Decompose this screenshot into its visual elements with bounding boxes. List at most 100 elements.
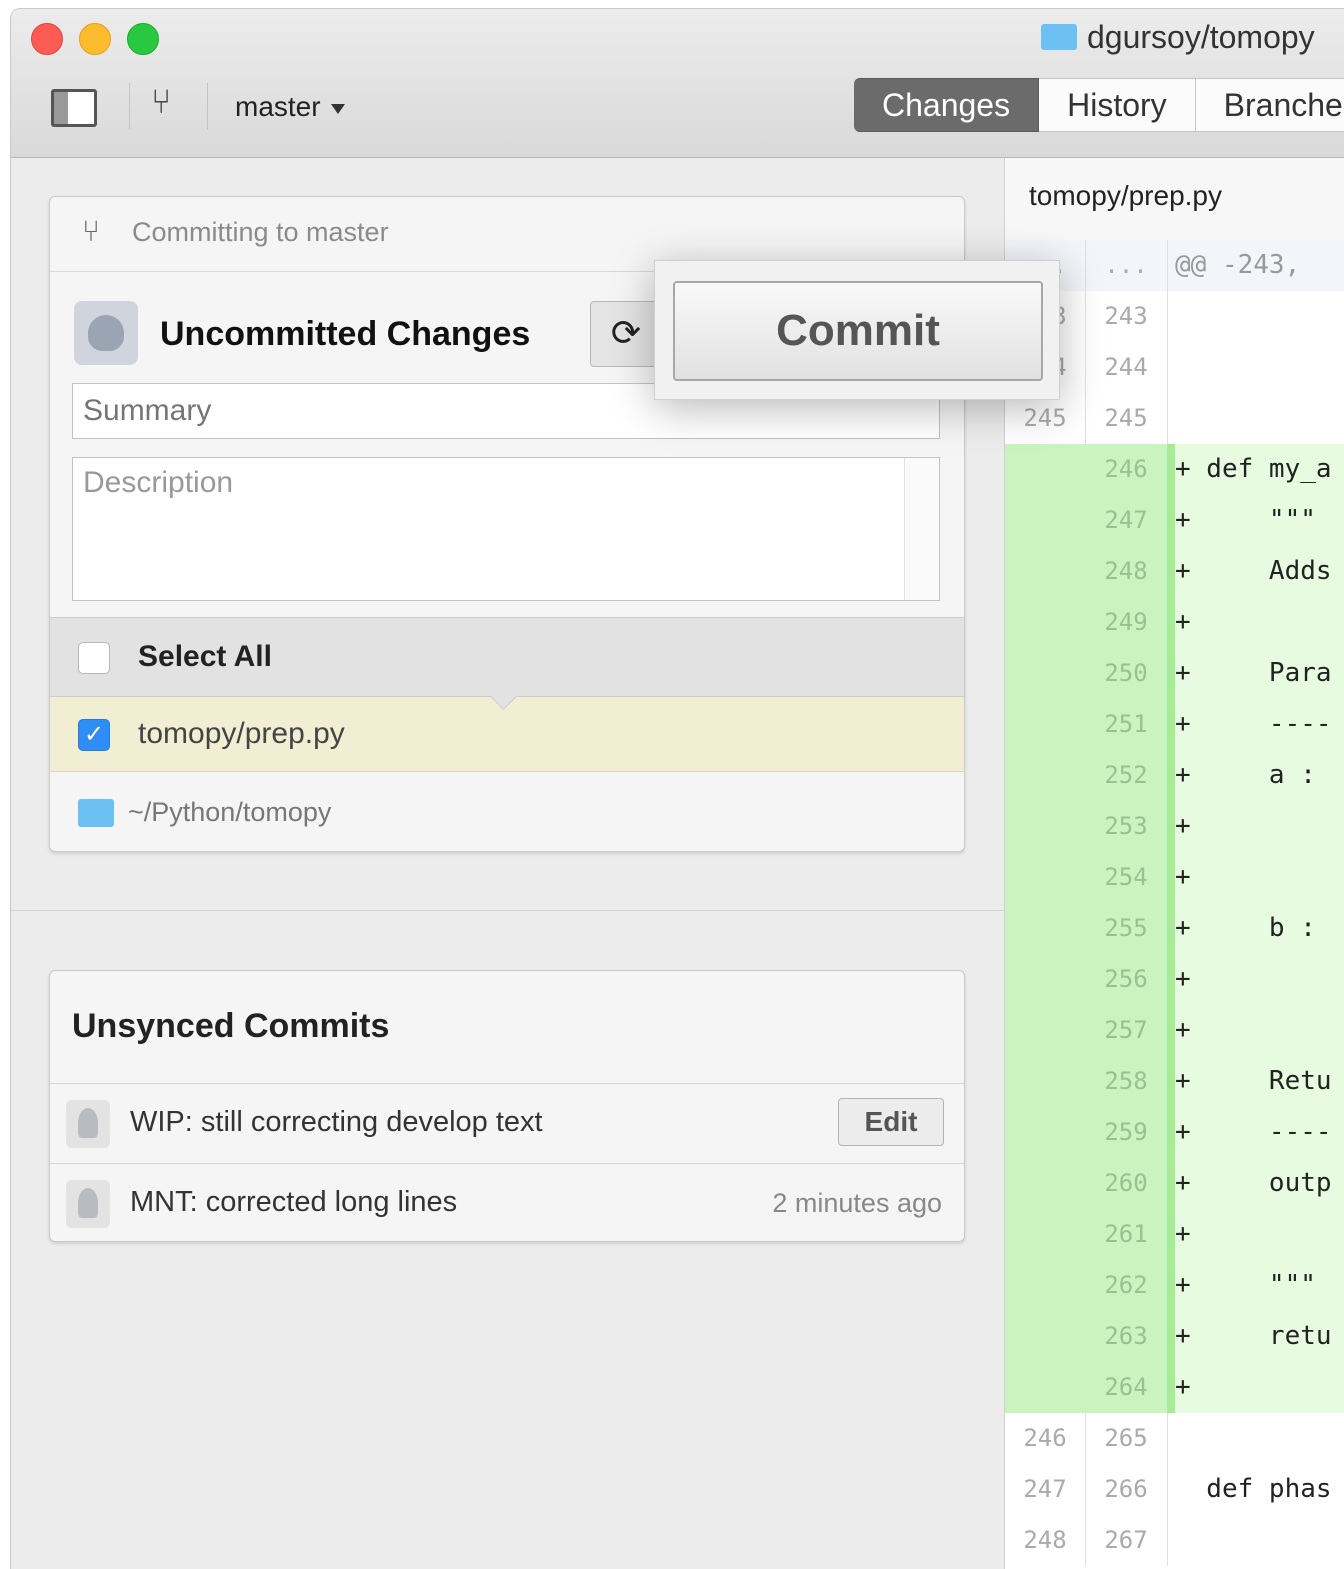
added-line-marker xyxy=(1167,1311,1175,1362)
old-line-number: 248 xyxy=(1005,1515,1086,1566)
old-line-number xyxy=(1005,1362,1086,1413)
diff-line[interactable]: 264 + xyxy=(1005,1362,1344,1413)
unsynced-commits-title: Unsynced Commits xyxy=(72,1007,390,1045)
added-line-marker xyxy=(1167,1005,1175,1056)
branch-add-icon[interactable]: ⑂ xyxy=(151,83,191,129)
diff-line[interactable]: 246 + def my_a xyxy=(1005,444,1344,495)
repo-title-text: dgursoy/tomopy xyxy=(1087,19,1315,55)
old-line-number xyxy=(1005,648,1086,699)
section-divider xyxy=(11,910,1004,911)
list-item[interactable]: WIP: still correcting develop text Edit xyxy=(50,1083,964,1162)
minimize-window-button[interactable] xyxy=(79,23,111,55)
diff-line[interactable]: 245 245 xyxy=(1005,393,1344,444)
description-field[interactable]: Description xyxy=(72,457,940,601)
diff-line-code: + b : xyxy=(1175,913,1316,943)
new-line-number: 260 xyxy=(1085,1158,1168,1209)
new-line-number: 244 xyxy=(1085,342,1168,393)
diff-line-code: + xyxy=(1175,1015,1191,1045)
added-line-marker xyxy=(1167,750,1175,801)
sync-button[interactable]: ⟳ xyxy=(590,301,662,367)
diff-line[interactable]: 247 266 def phas xyxy=(1005,1464,1344,1515)
diff-line[interactable]: 250 + Para xyxy=(1005,648,1344,699)
description-scrollbar[interactable] xyxy=(904,458,939,600)
select-all-checkbox[interactable] xyxy=(78,642,110,674)
diff-line[interactable]: 263 + retu xyxy=(1005,1311,1344,1362)
new-line-number: 265 xyxy=(1085,1413,1168,1464)
list-item[interactable]: MNT: corrected long lines 2 minutes ago xyxy=(50,1163,964,1242)
diff-line[interactable]: 255 + b : xyxy=(1005,903,1344,954)
edit-commit-button[interactable]: Edit xyxy=(838,1098,944,1146)
diff-line[interactable]: 259 + ---- xyxy=(1005,1107,1344,1158)
diff-line-code: + xyxy=(1175,862,1191,892)
commit-popover: Commit xyxy=(654,260,1060,400)
sidebar-toggle-icon[interactable] xyxy=(51,89,97,127)
zoom-window-button[interactable] xyxy=(127,23,159,55)
diff-line-code: + """ xyxy=(1175,1270,1316,1300)
diff-line-code: + ---- xyxy=(1175,1117,1332,1147)
new-line-number: 251 xyxy=(1085,699,1168,750)
diff-line[interactable]: 253 + xyxy=(1005,801,1344,852)
new-line-number: 266 xyxy=(1085,1464,1168,1515)
avatar xyxy=(66,1100,110,1148)
new-line-number: 245 xyxy=(1085,393,1168,444)
diff-line[interactable]: 262 + """ xyxy=(1005,1260,1344,1311)
new-line-number: 267 xyxy=(1085,1515,1168,1566)
old-line-number xyxy=(1005,1005,1086,1056)
new-line-number: 246 xyxy=(1085,444,1168,495)
diff-line-code: + xyxy=(1175,964,1191,994)
added-line-marker xyxy=(1167,1158,1175,1209)
app-window: dgursoy/tomopy ⑂ master Changes History … xyxy=(10,8,1344,1569)
diff-line[interactable]: 248 267 xyxy=(1005,1515,1344,1566)
uncommitted-changes-title: Uncommitted Changes xyxy=(160,315,531,353)
diff-line[interactable]: 261 + xyxy=(1005,1209,1344,1260)
new-line-number: 259 xyxy=(1085,1107,1168,1158)
added-line-marker xyxy=(1167,546,1175,597)
tab-changes[interactable]: Changes xyxy=(854,78,1040,132)
new-line-number: 264 xyxy=(1085,1362,1168,1413)
diff-line[interactable]: 257 + xyxy=(1005,1005,1344,1056)
commit-button[interactable]: Commit xyxy=(673,281,1043,381)
branch-dropdown[interactable]: master xyxy=(235,91,345,123)
select-all-row[interactable]: Select All xyxy=(50,617,964,697)
diff-line[interactable]: 260 + outp xyxy=(1005,1158,1344,1209)
diff-line-code: + Para xyxy=(1175,658,1332,688)
tab-branches[interactable]: Branches xyxy=(1195,78,1344,132)
diff-line[interactable]: 247 + """ xyxy=(1005,495,1344,546)
new-line-number: 258 xyxy=(1085,1056,1168,1107)
diff-line[interactable]: 249 + xyxy=(1005,597,1344,648)
old-line-number xyxy=(1005,546,1086,597)
toolbar-divider xyxy=(129,83,130,129)
diff-line-code: + xyxy=(1175,607,1191,637)
repo-path-row[interactable]: ~/Python/tomopy xyxy=(50,773,964,849)
old-line-number: 247 xyxy=(1005,1464,1086,1515)
diff-line[interactable]: 252 + a : xyxy=(1005,750,1344,801)
commit-message: MNT: corrected long lines xyxy=(130,1186,458,1218)
title-bar: dgursoy/tomopy ⑂ master Changes History … xyxy=(11,9,1344,158)
diff-lines[interactable]: ......@@ -243,243243244244245245246+ def… xyxy=(1005,240,1344,1566)
diff-line-code: + ---- xyxy=(1175,709,1332,739)
old-line-number xyxy=(1005,801,1086,852)
diff-line-code: + a : xyxy=(1175,760,1316,790)
diff-line[interactable]: 251 + ---- xyxy=(1005,699,1344,750)
diff-line[interactable]: 256 + xyxy=(1005,954,1344,1005)
repo-path-label: ~/Python/tomopy xyxy=(128,797,332,827)
diff-line[interactable]: 258 + Retu xyxy=(1005,1056,1344,1107)
old-line-number xyxy=(1005,750,1086,801)
added-line-marker xyxy=(1167,852,1175,903)
diff-line[interactable]: 246 265 xyxy=(1005,1413,1344,1464)
old-line-number xyxy=(1005,699,1086,750)
changed-file-row[interactable]: ✓ tomopy/prep.py xyxy=(50,697,964,772)
new-line-number: 252 xyxy=(1085,750,1168,801)
added-line-marker xyxy=(1167,648,1175,699)
old-line-number xyxy=(1005,597,1086,648)
added-line-marker xyxy=(1167,801,1175,852)
diff-line[interactable]: 248 + Adds xyxy=(1005,546,1344,597)
old-line-number xyxy=(1005,1056,1086,1107)
diff-line-code: + """ xyxy=(1175,505,1316,535)
diff-line[interactable]: 254 + xyxy=(1005,852,1344,903)
new-line-number: 261 xyxy=(1085,1209,1168,1260)
file-checkbox-checked[interactable]: ✓ xyxy=(78,719,110,751)
new-line-number: 249 xyxy=(1085,597,1168,648)
tab-history[interactable]: History xyxy=(1039,78,1196,132)
close-window-button[interactable] xyxy=(31,23,63,55)
